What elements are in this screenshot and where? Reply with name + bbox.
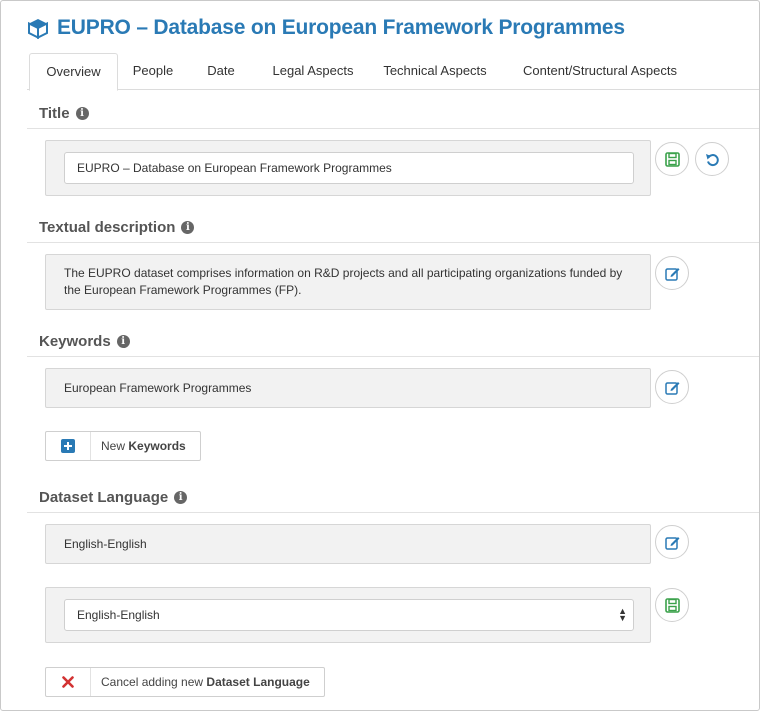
plus-square-icon [46,432,91,460]
title-panel: EUPRO – Database on European Framework P… [45,140,651,196]
new-keywords-label: New Keywords [91,439,200,453]
keywords-panel: European Framework Programmes [45,368,651,408]
save-icon [664,597,680,613]
title-heading-label: Title [39,105,70,122]
cube-icon [28,19,48,39]
edit-icon [664,381,679,395]
description-heading-label: Textual description [39,219,176,236]
title-input[interactable]: EUPRO – Database on European Framework P… [64,152,634,184]
new-keywords-bold: Keywords [128,439,186,453]
info-icon[interactable]: i [75,107,89,120]
language-heading-label: Dataset Language [39,489,169,506]
info-icon[interactable]: i [181,221,195,234]
edit-icon [664,267,679,281]
edit-language-button[interactable] [655,525,689,559]
divider [27,356,759,357]
language-heading: Dataset Language i [39,489,188,506]
select-caret-icon: ▲ ▼ [618,606,627,623]
language-select-value: English-English [77,608,160,622]
language-panel: English-English [45,524,651,564]
divider [27,512,759,513]
description-heading: Textual description i [39,219,195,236]
undo-icon [705,153,719,166]
window-frame: EUPRO – Database on European Framework P… [0,0,760,711]
tab-legal-aspects[interactable]: Legal Aspects [267,53,359,89]
keywords-heading-label: Keywords [39,333,111,350]
edit-icon [664,536,679,550]
new-keywords-button[interactable]: New Keywords [45,431,201,461]
tab-date[interactable]: Date [200,53,242,89]
tab-bar: Overview People Date Legal Aspects Techn… [27,53,759,91]
tab-people[interactable]: People [128,53,178,89]
reset-title-button[interactable] [695,142,729,176]
edit-keywords-button[interactable] [655,370,689,404]
tab-content-structural-aspects[interactable]: Content/Structural Aspects [507,53,693,89]
save-icon [664,151,680,167]
cancel-language-button[interactable]: Cancel adding new Dataset Language [45,667,325,697]
edit-description-button[interactable] [655,256,689,290]
cancel-language-prefix: Cancel adding new [101,675,204,689]
keywords-heading: Keywords i [39,333,130,350]
title-heading: Title i [39,105,89,122]
content: EUPRO – Database on European Framework P… [19,1,759,710]
page-title: EUPRO – Database on European Framework P… [57,16,625,39]
save-title-button[interactable] [655,142,689,176]
description-line-2: the European Framework Programmes (FP). [64,283,302,297]
description-text: The EUPRO dataset comprises information … [64,265,622,299]
page-header: EUPRO – Database on European Framework P… [27,13,625,43]
tab-technical-aspects[interactable]: Technical Aspects [375,53,495,89]
cancel-language-bold: Dataset Language [206,675,310,689]
save-language-button[interactable] [655,588,689,622]
description-line-1: The EUPRO dataset comprises information … [64,266,623,280]
new-keywords-prefix: New [101,439,126,453]
close-icon [46,668,91,696]
language-select-panel: English-English ▲ ▼ [45,587,651,643]
keyword-value: European Framework Programmes [64,381,252,395]
language-select[interactable]: English-English ▲ ▼ [64,599,634,631]
info-icon[interactable]: i [116,335,130,348]
divider [27,128,759,129]
cancel-language-label: Cancel adding new Dataset Language [91,675,324,689]
description-panel: The EUPRO dataset comprises information … [45,254,651,310]
divider [27,242,759,243]
tab-overview[interactable]: Overview [29,53,118,91]
info-icon[interactable]: i [174,491,188,504]
language-link[interactable]: English-English [64,536,147,553]
